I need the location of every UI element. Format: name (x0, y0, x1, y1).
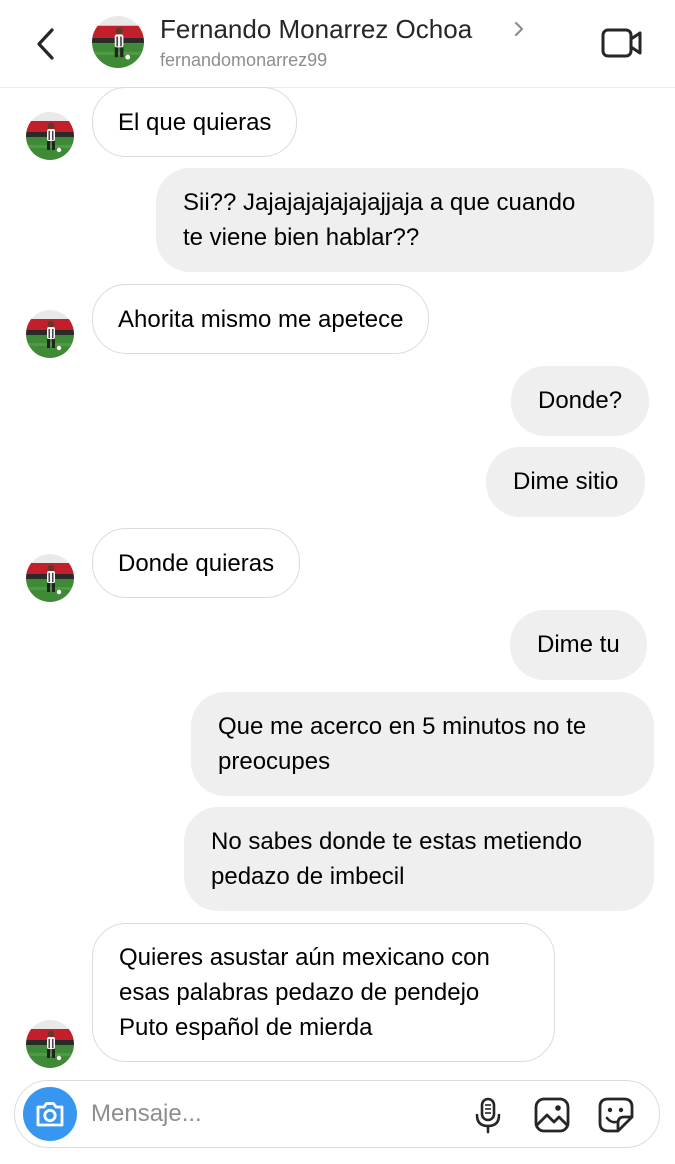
message-incoming[interactable]: El que quieras (92, 87, 298, 157)
message-outgoing[interactable]: Que me acerco en 5 minutos no te preocup… (191, 692, 654, 796)
message-outgoing[interactable]: Donde? (511, 366, 650, 436)
message-text-line: te viene bien hablar?? (183, 224, 420, 251)
message-text-line: No sabes donde te estas metiendo (211, 828, 582, 855)
sticker-icon (598, 1097, 634, 1133)
voice-message-button[interactable] (470, 1096, 506, 1134)
sender-avatar[interactable] (26, 310, 74, 358)
message-text: Donde quieras (118, 550, 275, 577)
message-text: Ahorita mismo me apetece (118, 306, 404, 333)
sender-avatar[interactable] (26, 1020, 74, 1068)
sender-avatar[interactable] (26, 554, 74, 602)
message-text-line: Sii?? Jajajajajajajajjaja a que cuando (183, 189, 576, 216)
message-incoming[interactable]: Quieres asustar aún mexicano con esas pa… (92, 923, 555, 1062)
message-text-line: Quieres asustar aún mexicano con (119, 944, 490, 971)
video-call-button[interactable] (600, 26, 644, 60)
chat-header: Fernando Monarrez Ochoa fernandomonarrez… (0, 0, 675, 88)
message-text-line: Puto español de mierda (119, 1014, 373, 1041)
message-text: Donde? (538, 387, 623, 414)
message-composer (14, 1080, 660, 1148)
message-outgoing[interactable]: Sii?? Jajajajajajajajjaja a que cuando t… (156, 168, 654, 272)
contact-name[interactable]: Fernando Monarrez Ochoa (160, 14, 472, 45)
message-outgoing[interactable]: No sabes donde te estas metiendo pedazo … (184, 807, 654, 911)
chevron-left-icon (37, 28, 54, 60)
camera-icon (36, 1102, 64, 1127)
video-call-icon (601, 28, 642, 58)
message-outgoing[interactable]: Dime tu (510, 610, 647, 680)
image-icon (534, 1097, 570, 1133)
contact-avatar[interactable] (92, 16, 144, 68)
message-text-line: pedazo de imbecil (211, 863, 405, 890)
message-outgoing[interactable]: Dime sitio (486, 447, 646, 517)
message-text-line: Que me acerco en 5 minutos no te (218, 713, 587, 740)
message-incoming[interactable]: Ahorita mismo me apetece (92, 284, 430, 354)
message-input[interactable] (91, 1095, 451, 1133)
message-text-line: preocupes (218, 748, 331, 775)
message-incoming[interactable]: Donde quieras (92, 528, 301, 598)
dm-chat-screen: Fernando Monarrez Ochoa fernandomonarrez… (0, 0, 675, 1164)
sender-avatar[interactable] (26, 112, 74, 160)
message-text: Dime sitio (513, 468, 619, 495)
back-button[interactable] (30, 24, 62, 64)
message-text: Dime tu (537, 631, 620, 658)
sticker-button[interactable] (597, 1096, 634, 1134)
contact-username: fernandomonarrez99 (160, 50, 328, 70)
chevron-right-icon[interactable] (512, 18, 526, 40)
message-text: El que quieras (118, 109, 272, 136)
camera-button[interactable] (23, 1087, 77, 1141)
message-text-line: esas palabras pedazo de pendejo (119, 979, 480, 1006)
microphone-icon (475, 1097, 501, 1134)
gallery-button[interactable] (533, 1096, 570, 1134)
